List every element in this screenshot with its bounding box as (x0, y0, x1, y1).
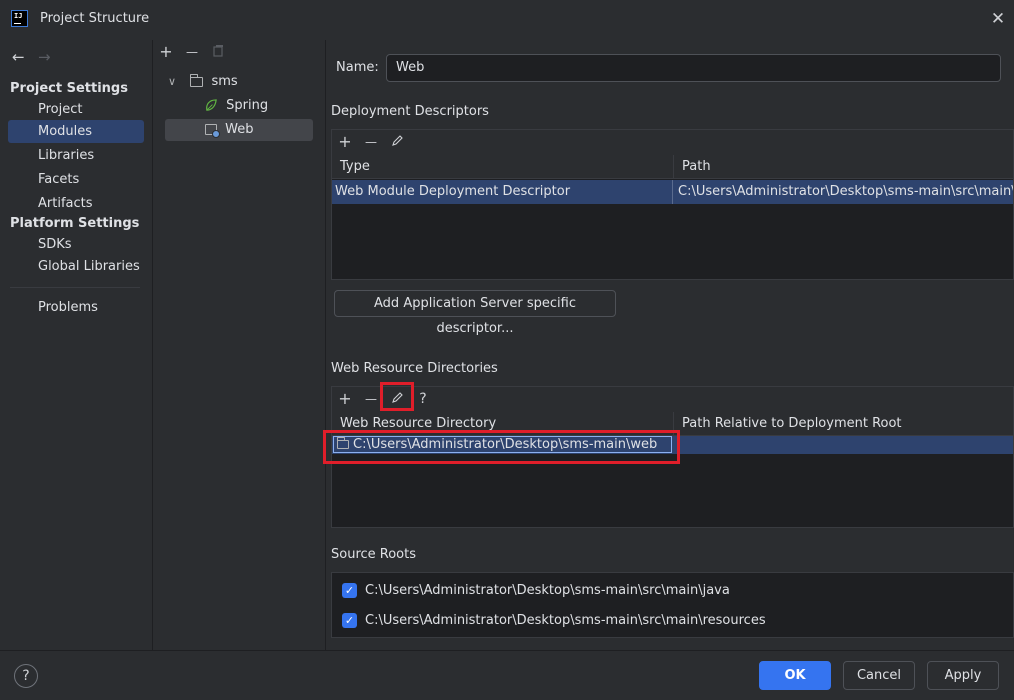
add-descriptor-icon[interactable]: + (336, 133, 354, 151)
tree-node-label: sms (211, 74, 238, 89)
source-root-path: C:\Users\Administrator\Desktop\sms-main\… (365, 583, 730, 598)
remove-directory-icon[interactable]: — (362, 390, 380, 408)
descriptor-path-cell: C:\Users\Administrator\Desktop\sms-main\… (678, 184, 1013, 199)
close-icon[interactable]: ✕ (988, 9, 1008, 29)
column-header-type[interactable]: Type (332, 155, 674, 179)
edit-highlight-box (380, 382, 414, 411)
nav-divider (10, 287, 140, 288)
module-folder-icon (190, 73, 204, 87)
window-title: Project Structure (40, 11, 150, 26)
source-root-path: C:\Users\Administrator\Desktop\sms-main\… (365, 613, 766, 628)
apply-button[interactable]: Apply (927, 661, 999, 690)
nav-item-modules[interactable]: Modules (8, 120, 144, 143)
pencil-icon[interactable] (388, 133, 406, 151)
source-root-checkbox[interactable]: ✓ (342, 613, 357, 628)
nav-item-problems[interactable]: Problems (8, 296, 144, 319)
back-arrow-icon[interactable]: ← (12, 48, 25, 66)
source-roots-list (331, 572, 1014, 638)
web-resource-toolbar (332, 387, 1013, 412)
tree-node-sms[interactable]: ∨ sms (168, 71, 312, 93)
chevron-down-icon[interactable]: ∨ (168, 75, 176, 88)
row-highlight-box (323, 430, 680, 464)
spring-icon (206, 99, 217, 111)
source-roots-heading: Source Roots (331, 547, 417, 562)
add-directory-icon[interactable]: + (336, 390, 354, 408)
title-bar: IJ Project Structure ✕ (0, 0, 1014, 40)
nav-item-facets[interactable]: Facets (8, 168, 144, 191)
help-icon[interactable]: ? (414, 390, 432, 408)
web-resource-directories-heading: Web Resource Directories (331, 361, 498, 376)
cell-divider (672, 180, 673, 204)
descriptor-type-cell: Web Module Deployment Descriptor (335, 184, 571, 199)
name-label: Name: (336, 60, 379, 75)
add-icon[interactable]: + (157, 43, 175, 61)
nav-item-sdks[interactable]: SDKs (8, 233, 144, 256)
nav-item-project[interactable]: Project (8, 98, 144, 121)
tree-node-web[interactable]: Web (165, 119, 313, 141)
column-header-path[interactable]: Path (673, 155, 1013, 179)
remove-icon[interactable]: — (183, 43, 201, 61)
tree-node-label: Spring (226, 98, 269, 113)
deployment-descriptors-heading: Deployment Descriptors (331, 104, 489, 119)
nav-item-global-libraries[interactable]: Global Libraries (8, 255, 144, 278)
help-button[interactable]: ? (14, 664, 38, 688)
cancel-button[interactable]: Cancel (843, 661, 915, 690)
platform-settings-heading: Platform Settings (10, 216, 140, 231)
ok-button[interactable]: OK (759, 661, 831, 690)
remove-descriptor-icon[interactable]: — (362, 133, 380, 151)
nav-item-libraries[interactable]: Libraries (8, 144, 144, 167)
source-root-checkbox[interactable]: ✓ (342, 583, 357, 598)
tree-node-spring[interactable]: Spring (205, 95, 312, 117)
intellij-logo-icon: IJ (11, 10, 28, 27)
column-header-relative-path[interactable]: Path Relative to Deployment Root (673, 412, 1013, 436)
add-server-descriptor-button[interactable]: Add Application Server specific descript… (334, 290, 616, 336)
web-module-icon (205, 124, 220, 138)
forward-arrow-icon[interactable]: → (38, 48, 51, 66)
nav-item-artifacts[interactable]: Artifacts (8, 192, 144, 215)
descriptors-toolbar (332, 130, 1013, 155)
project-settings-heading: Project Settings (10, 81, 128, 96)
name-field[interactable]: Web (386, 54, 1001, 82)
copy-icon[interactable] (209, 43, 227, 61)
tree-node-label: Web (225, 122, 254, 137)
table-row[interactable]: Web Module Deployment Descriptor C:\User… (332, 180, 1013, 204)
